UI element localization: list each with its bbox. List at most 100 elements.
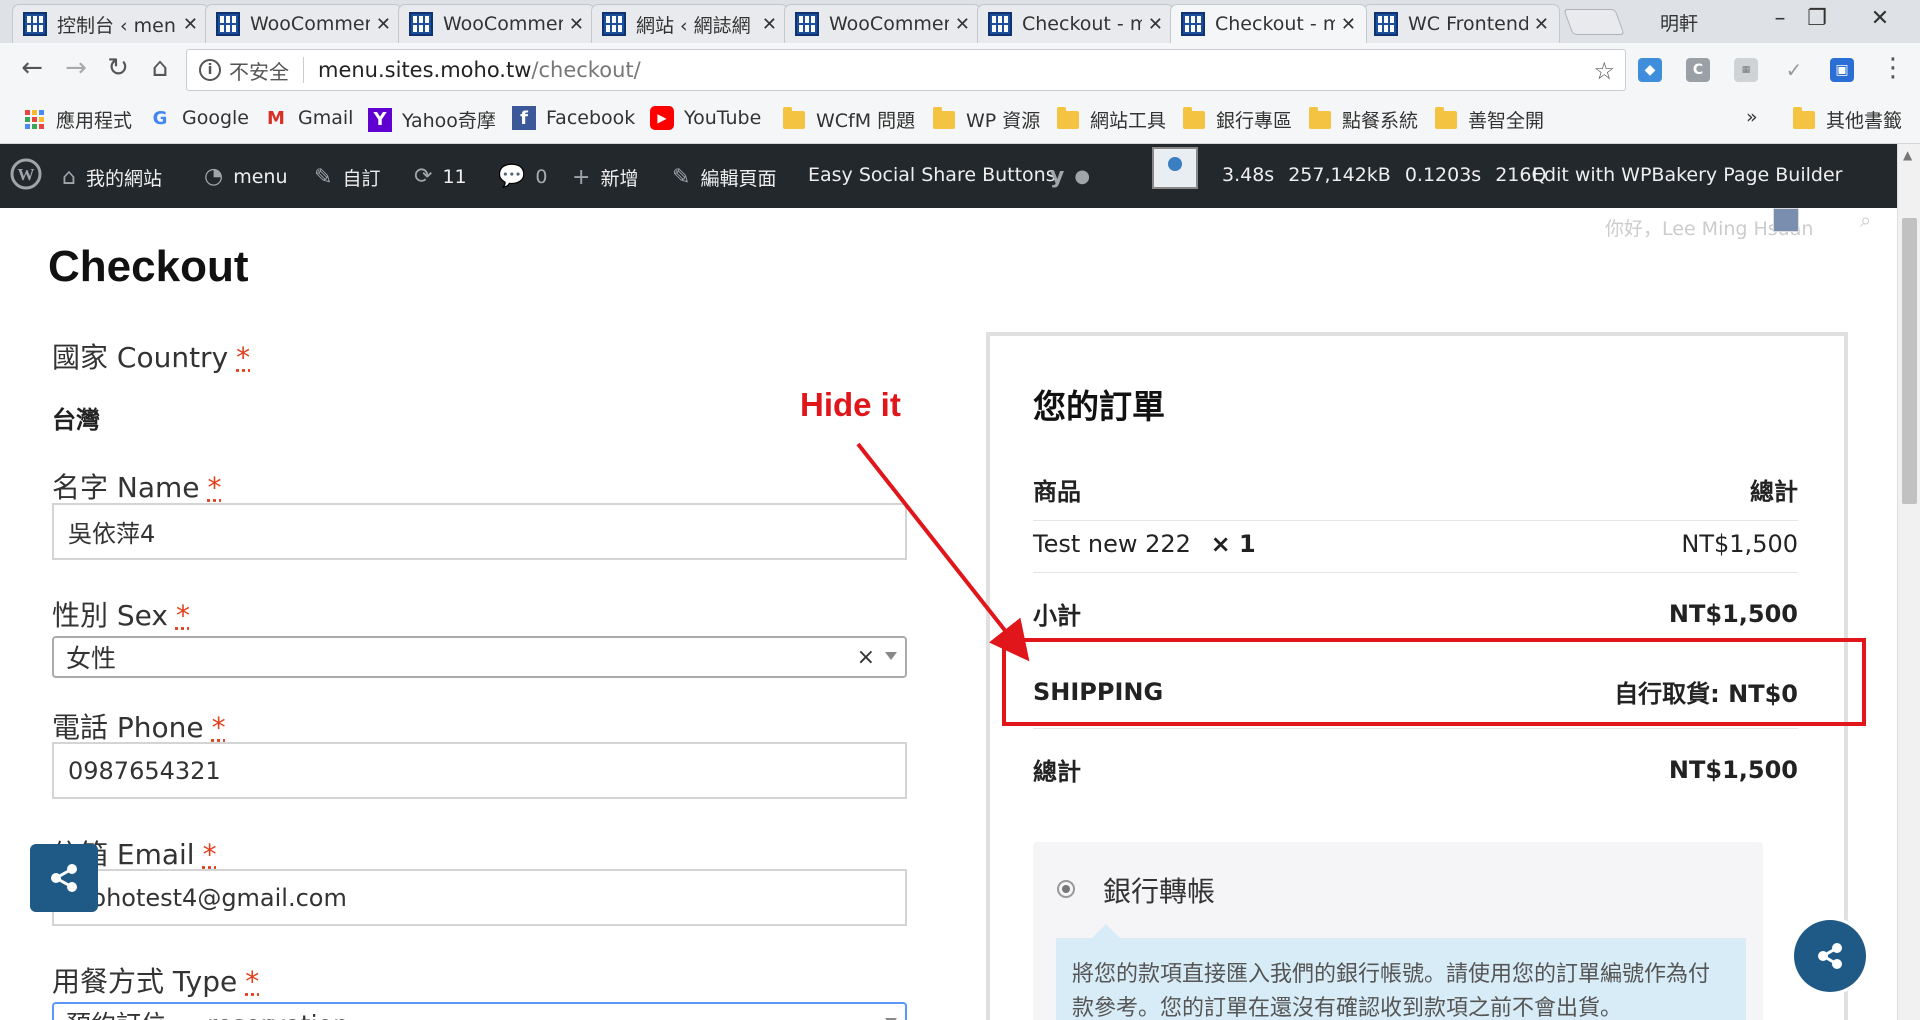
phone-field[interactable]: 0987654321 (52, 742, 907, 799)
bookmark-gmail[interactable]: M Gmail (264, 106, 353, 130)
close-tab-icon[interactable]: ✕ (569, 14, 584, 35)
bookmark-facebook[interactable]: f Facebook (512, 106, 635, 130)
adminbar-label: 我的網站 (85, 168, 162, 190)
type-select[interactable]: 預約訂位 — reservation (52, 1002, 907, 1020)
adminbar-wpbakery[interactable]: Edit with WPBakery Page Builder (1532, 164, 1842, 186)
adminbar-my-sites[interactable]: ⌂ 我的網站 (62, 164, 162, 191)
url-path: /checkout/ (531, 58, 641, 82)
adminbar-seo[interactable]: y ● (1050, 164, 1100, 189)
check-icon[interactable]: ✓ (1782, 58, 1806, 82)
country-label: 國家 Country * (52, 336, 250, 376)
close-tab-icon[interactable]: ✕ (1148, 14, 1163, 35)
profile-name[interactable]: 明軒 (1660, 9, 1698, 36)
browser-tab[interactable]: WooCommerce ✕ (398, 4, 595, 43)
page-scrollbar[interactable]: ▲ (1897, 144, 1920, 1020)
address-bar[interactable]: i 不安全 menu.sites.moho.tw/checkout/ ☆ (186, 49, 1626, 91)
tab-title: Checkout - m (1022, 13, 1142, 35)
floating-share-button[interactable] (1794, 920, 1866, 992)
forward-icon[interactable]: → (58, 53, 94, 83)
adminbar-customize[interactable]: ✎ 自訂 (314, 164, 380, 191)
browser-tab[interactable]: 網站 ‹ 網誌網 ✕ (591, 4, 788, 43)
adminbar-edit-page[interactable]: ✎ 編輯頁面 (672, 164, 776, 191)
info-icon[interactable]: i (199, 59, 221, 81)
adminbar-share-plugin[interactable]: Easy Social Share Buttons (808, 164, 1056, 186)
extension-icon[interactable]: ▦ (1734, 58, 1758, 82)
close-tab-icon[interactable]: ✕ (762, 14, 777, 35)
bookmark-label: Facebook (546, 107, 636, 129)
bookmark-folder[interactable]: 善智全開 (1434, 106, 1544, 133)
minimize-icon[interactable]: – (1760, 6, 1800, 31)
divider (1033, 520, 1798, 521)
browser-tab[interactable]: WC Frontend ✕ (1363, 4, 1560, 43)
extension-icon[interactable]: ◆ (1638, 58, 1662, 82)
bookmark-apps[interactable]: 應用程式 (22, 106, 132, 133)
sex-select[interactable]: 女性 × (52, 636, 907, 678)
bookmark-folder[interactable]: WP 資源 (932, 106, 1040, 133)
type-selected-value: 預約訂位 — reservation (66, 1005, 349, 1020)
close-tab-icon[interactable]: ✕ (183, 14, 198, 35)
back-icon[interactable]: ← (14, 53, 50, 83)
share-icon (1818, 943, 1842, 969)
bookmark-folder[interactable]: WCfM 問題 (782, 106, 915, 133)
browser-tab-active[interactable]: Checkout - m ✕ (1170, 4, 1367, 43)
dashboard-icon: ◔ (204, 164, 224, 189)
bookmarks-overflow-button[interactable]: » (1746, 106, 1758, 128)
bookmark-label: WCfM 問題 (816, 110, 916, 132)
query-monitor[interactable]: 3.48s 257,142kB 0.1203s 216Q (1222, 164, 1546, 186)
close-window-icon[interactable]: ✕ (1860, 6, 1900, 31)
bookmark-label: 善智全開 (1468, 110, 1545, 132)
required-marker: * (211, 711, 226, 744)
payment-radio[interactable] (1057, 880, 1075, 898)
chevron-down-icon[interactable] (885, 652, 897, 660)
bookmark-folder[interactable]: 銀行專區 (1182, 106, 1292, 133)
bookmark-star-icon[interactable]: ☆ (1593, 57, 1615, 85)
column-header-product: 商品 (1033, 478, 1081, 506)
browser-menu-icon[interactable]: ⋮ (1880, 53, 1906, 83)
tab-title: WooCommerce (829, 13, 949, 35)
scroll-up-icon[interactable]: ▲ (1903, 148, 1912, 162)
clear-selection-icon[interactable]: × (857, 645, 875, 670)
adminbar-new[interactable]: + 新增 (572, 164, 638, 191)
adminbar-updates[interactable]: ⟳ 11 (414, 164, 467, 189)
bookmark-youtube[interactable]: ▶ YouTube (650, 106, 761, 130)
adminbar-label: 新增 (600, 168, 639, 190)
bookmark-folder[interactable]: 點餐系統 (1308, 106, 1418, 133)
browser-tab[interactable]: 控制台 ‹ menu ✕ (12, 4, 209, 43)
required-marker: * (175, 599, 190, 632)
required-marker: * (236, 341, 251, 374)
close-tab-icon[interactable]: ✕ (1341, 14, 1356, 35)
restore-icon[interactable]: ❐ (1797, 6, 1837, 31)
reload-icon[interactable]: ↻ (100, 53, 136, 83)
payment-method-label[interactable]: 銀行轉帳 (1103, 870, 1215, 910)
browser-tab[interactable]: WooCommerce ✕ (784, 4, 981, 43)
search-icon[interactable]: ⌕ (1860, 208, 1871, 232)
email-field[interactable]: mohotest4@gmail.com (52, 869, 907, 926)
order-heading: 您的訂單 (1033, 387, 1165, 426)
name-field[interactable]: 吳依萍4 (52, 503, 907, 560)
browser-tab[interactable]: WooCommerce ✕ (205, 4, 402, 43)
bookmark-folder[interactable]: 網站工具 (1056, 106, 1166, 133)
name-label: 名字 Name * (52, 466, 222, 506)
share-button[interactable] (30, 844, 98, 912)
divider (1033, 640, 1798, 641)
close-tab-icon[interactable]: ✕ (376, 14, 391, 35)
browser-tab[interactable]: Checkout - m ✕ (977, 4, 1174, 43)
home-icon[interactable]: ⌂ (142, 53, 178, 83)
wordpress-logo-icon[interactable]: W (10, 158, 42, 190)
bookmark-google[interactable]: G Google (148, 106, 249, 130)
youtube-icon: ▶ (650, 106, 674, 130)
payment-methods: 銀行轉帳 將您的款項直接匯入我們的銀行帳號。請使用您的訂單編號作為付款參考。您的… (1033, 842, 1763, 1020)
extension-icon[interactable]: C (1686, 58, 1710, 82)
required-marker: * (245, 965, 260, 998)
other-bookmarks[interactable]: 其他書籤 (1792, 106, 1902, 133)
adminbar-comments[interactable]: 💬 0 (498, 164, 548, 189)
new-tab-button[interactable] (1563, 9, 1625, 35)
scrollbar-thumb[interactable] (1902, 218, 1917, 504)
bookmark-yahoo[interactable]: Y Yahoo奇摩 (368, 106, 496, 133)
extension-icon[interactable]: ▣ (1830, 58, 1854, 82)
monitor-icon[interactable] (1152, 147, 1198, 189)
close-tab-icon[interactable]: ✕ (1534, 14, 1549, 35)
close-tab-icon[interactable]: ✕ (955, 14, 970, 35)
avatar[interactable] (1773, 208, 1799, 232)
adminbar-site-name[interactable]: ◔ menu (204, 164, 288, 189)
